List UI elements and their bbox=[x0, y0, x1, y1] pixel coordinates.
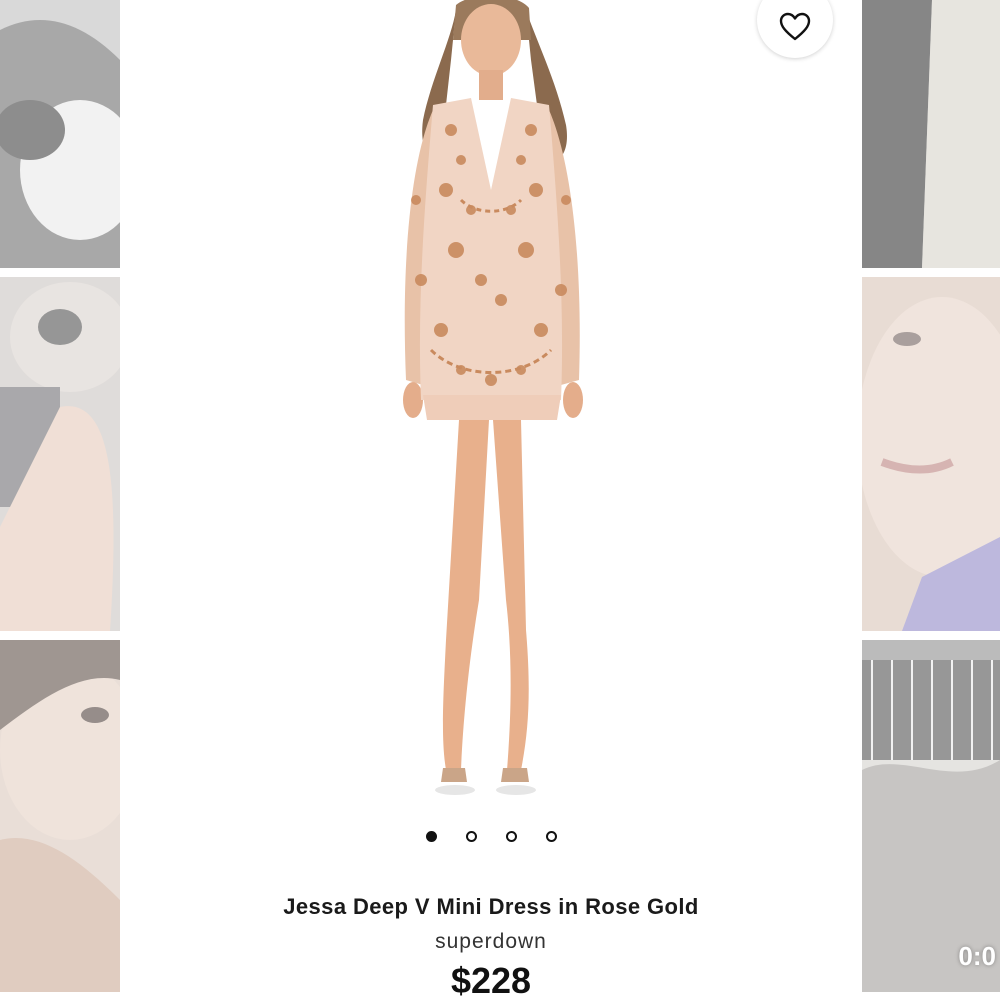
video-duration-label: 0:0 bbox=[958, 941, 996, 971]
heart-outline-icon bbox=[779, 12, 811, 41]
background-video-waterfall: 0:0 bbox=[862, 640, 1000, 992]
model-in-dress-illustration bbox=[403, 0, 583, 795]
product-image[interactable] bbox=[361, 0, 621, 800]
background-photo-dog-2 bbox=[862, 0, 1000, 268]
carousel-dot-3[interactable] bbox=[505, 831, 517, 842]
product-card[interactable]: Jessa Deep V Mini Dress in Rose Gold sup… bbox=[121, 0, 861, 1001]
carousel-dot-4[interactable] bbox=[545, 831, 557, 842]
background-photo-dog bbox=[0, 0, 120, 268]
favorite-button[interactable] bbox=[757, 0, 833, 58]
product-price: $228 bbox=[450, 960, 532, 1001]
carousel-dot-2[interactable] bbox=[465, 831, 477, 842]
product-title[interactable]: Jessa Deep V Mini Dress in Rose Gold bbox=[121, 894, 861, 920]
product-brand[interactable]: superdown bbox=[121, 930, 861, 954]
image-carousel-dots bbox=[121, 831, 861, 842]
background-photo-dog-closeup bbox=[0, 277, 120, 631]
background-photo-face bbox=[862, 277, 1000, 631]
carousel-dot-1[interactable] bbox=[425, 831, 437, 842]
background-photo-selfie bbox=[0, 640, 120, 992]
